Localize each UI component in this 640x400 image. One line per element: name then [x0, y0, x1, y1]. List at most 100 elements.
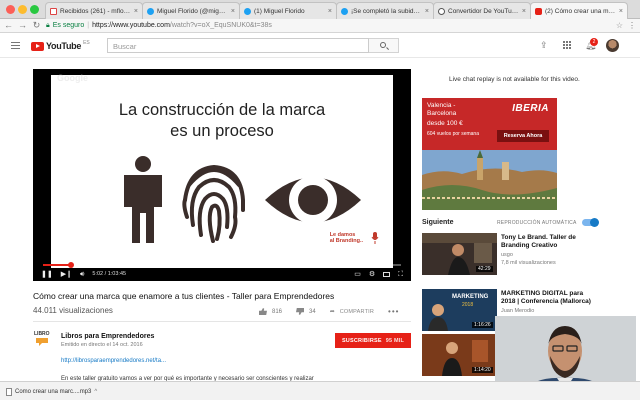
divider	[33, 321, 411, 322]
video-actions: 816 34 ➦ COMPARTIR •••	[259, 307, 399, 316]
svg-text:LIBRO: LIBRO	[34, 331, 50, 337]
ad-reserve-button[interactable]: Reserva Ahora	[497, 130, 549, 142]
tab-facebook[interactable]: (1) Miguel Florido ×	[239, 2, 337, 19]
time-display: 5:02 / 1:03:45	[92, 271, 127, 277]
video-title: Cómo crear una marca que enamore a tus c…	[33, 291, 335, 301]
subscribe-button[interactable]: SUSCRIBIRSE 95 MIL	[335, 333, 411, 348]
pause-icon[interactable]: ❚❚	[41, 271, 53, 278]
reload-icon[interactable]: ↻	[32, 21, 41, 30]
tab-converter[interactable]: Convertidor De YouTube ×	[433, 2, 531, 19]
search-button[interactable]	[369, 38, 399, 53]
close-icon[interactable]: ×	[328, 8, 332, 15]
person-icon	[124, 156, 162, 243]
close-icon[interactable]: ×	[522, 8, 526, 15]
tab-title: Miguel Florido (@miguelflo	[157, 7, 228, 15]
download-file-name: Como crear una marc....mp3	[15, 388, 92, 395]
chat-replay-note: Live chat replay is not available for th…	[449, 76, 580, 83]
video-duration: 1:14:20	[472, 367, 493, 373]
more-actions-button[interactable]: •••	[388, 307, 399, 316]
volume-icon[interactable]: 🔊︎	[80, 271, 84, 278]
slide-brand-caption: Le damos al Branding..	[330, 232, 363, 244]
url-text: https://www.youtube.com/watch?v=oX_EquSN…	[92, 22, 272, 29]
description-link[interactable]: http://librosparaemprendedores.net/ta...	[61, 358, 166, 364]
file-icon	[6, 387, 12, 396]
maximize-window-button[interactable]	[30, 5, 39, 14]
duration: 1:03:45	[107, 271, 127, 277]
upload-icon[interactable]: ⇪	[540, 41, 548, 50]
next-video-icon[interactable]: ▶❙	[61, 271, 72, 278]
hamburger-menu-icon[interactable]	[11, 42, 20, 49]
tab-youtube[interactable]: (2) Cómo crear una marc ×	[530, 2, 628, 19]
video-player[interactable]: La construcción de la marca es un proces…	[33, 69, 411, 281]
video-duration: 42:29	[476, 266, 493, 272]
tab-twitter-profile[interactable]: Miguel Florido (@miguelflo ×	[142, 2, 240, 19]
back-arrow-icon[interactable]: ←	[4, 21, 13, 30]
share-button[interactable]: COMPARTIR	[340, 309, 374, 315]
youtube-logo[interactable]: YouTube ES	[31, 40, 90, 51]
downloads-bar: Como crear una marc....mp3 ^	[0, 381, 640, 400]
slide-title-line1: La construcción de la marca	[118, 101, 326, 119]
dislike-thumb-icon[interactable]	[296, 308, 304, 315]
recommended-video[interactable]: 42:29 Tony Le Brand. Taller de Branding …	[422, 233, 627, 275]
autoplay-toggle[interactable]	[582, 218, 599, 227]
channel-logo[interactable]: LIBRO	[34, 330, 54, 348]
youtube-header: YouTube ES Buscar ⇪ 🔔︎ 2	[0, 34, 640, 58]
notification-badge: 2	[590, 38, 598, 46]
facebook-icon	[244, 7, 251, 15]
share-arrow-icon[interactable]: ➦	[330, 308, 335, 315]
chevron-up-icon[interactable]: ^	[94, 389, 97, 395]
twitter-icon	[147, 7, 154, 15]
forward-arrow-icon[interactable]: →	[18, 21, 27, 30]
brand-caption-line2: al Branding..	[329, 238, 363, 244]
current-time: 5:02	[92, 271, 104, 277]
close-icon[interactable]: ×	[619, 8, 623, 15]
channel-name[interactable]: Libros para Emprendedores	[61, 333, 154, 340]
svg-text:2018: 2018	[462, 302, 473, 308]
channel-name: usgo	[501, 252, 513, 258]
secure-label: Es seguro	[52, 22, 85, 29]
advertisement-banner[interactable]: Valencia - Barcelona desde 100 € 604 vue…	[422, 98, 557, 210]
fullscreen-icon[interactable]: ⛶	[398, 271, 403, 278]
download-item[interactable]: Como crear una marc....mp3 ^	[6, 386, 101, 397]
search-icon	[380, 42, 386, 48]
theater-mode-icon[interactable]	[383, 272, 391, 277]
minimize-window-button[interactable]	[18, 5, 27, 14]
address-separator: |	[87, 22, 90, 29]
video-title: Tony Le Brand. Taller de Branding Creati…	[501, 234, 576, 249]
youtube-wordmark: YouTube	[46, 41, 82, 51]
apps-grid-icon[interactable]	[563, 41, 571, 49]
browser-menu-icon[interactable]: ⋮	[628, 21, 636, 30]
autoplay-label: REPRODUCCIÓN AUTOMÁTICA	[497, 220, 577, 226]
settings-gear-icon[interactable]: ⚙	[369, 271, 375, 278]
view-count: 7,8 mil visualizaciones	[501, 260, 556, 266]
dislike-count: 34	[309, 308, 316, 315]
svg-text:MARKETING: MARKETING	[452, 294, 489, 300]
tab-title: ¡Se completó la subida de	[351, 7, 422, 15]
user-avatar[interactable]	[606, 39, 619, 52]
search-input[interactable]: Buscar	[107, 38, 369, 53]
close-icon[interactable]: ×	[425, 8, 429, 15]
subscribe-label: SUSCRIBIRSE	[341, 337, 382, 344]
tab-gmail[interactable]: Recibidos (261) - mflorido ×	[45, 2, 143, 19]
close-icon[interactable]: ×	[134, 8, 138, 15]
close-icon[interactable]: ×	[231, 8, 235, 15]
close-window-button[interactable]	[6, 5, 15, 14]
converter-icon	[438, 7, 445, 15]
up-next-label: Siguiente	[422, 219, 454, 226]
progress-bar[interactable]	[43, 262, 401, 268]
stream-date: Emitido en directo el 14 oct. 2016	[61, 342, 143, 348]
bookmark-star-icon[interactable]: ☆	[616, 21, 623, 30]
view-count: 44.011 visualizaciones	[33, 306, 113, 315]
subscriber-count: 95 MIL	[385, 337, 405, 344]
park-guell-photo	[422, 150, 557, 210]
twitter-icon	[341, 7, 348, 15]
address-bar[interactable]: 🔒︎ Es seguro | https://www.youtube.com/w…	[46, 20, 611, 31]
like-thumb-icon[interactable]	[259, 308, 267, 315]
slide-title-line2: es un proceso	[170, 122, 274, 140]
tab-twitter-upload[interactable]: ¡Se completó la subida de ×	[336, 2, 434, 19]
url-path: /watch?v=oX_EquSNUK0&t=38s	[169, 22, 272, 29]
gmail-icon	[50, 7, 57, 15]
recommended-video[interactable]: 1:14:20	[422, 334, 497, 376]
captions-icon[interactable]: ▭	[354, 271, 361, 278]
youtube-icon	[535, 7, 542, 15]
